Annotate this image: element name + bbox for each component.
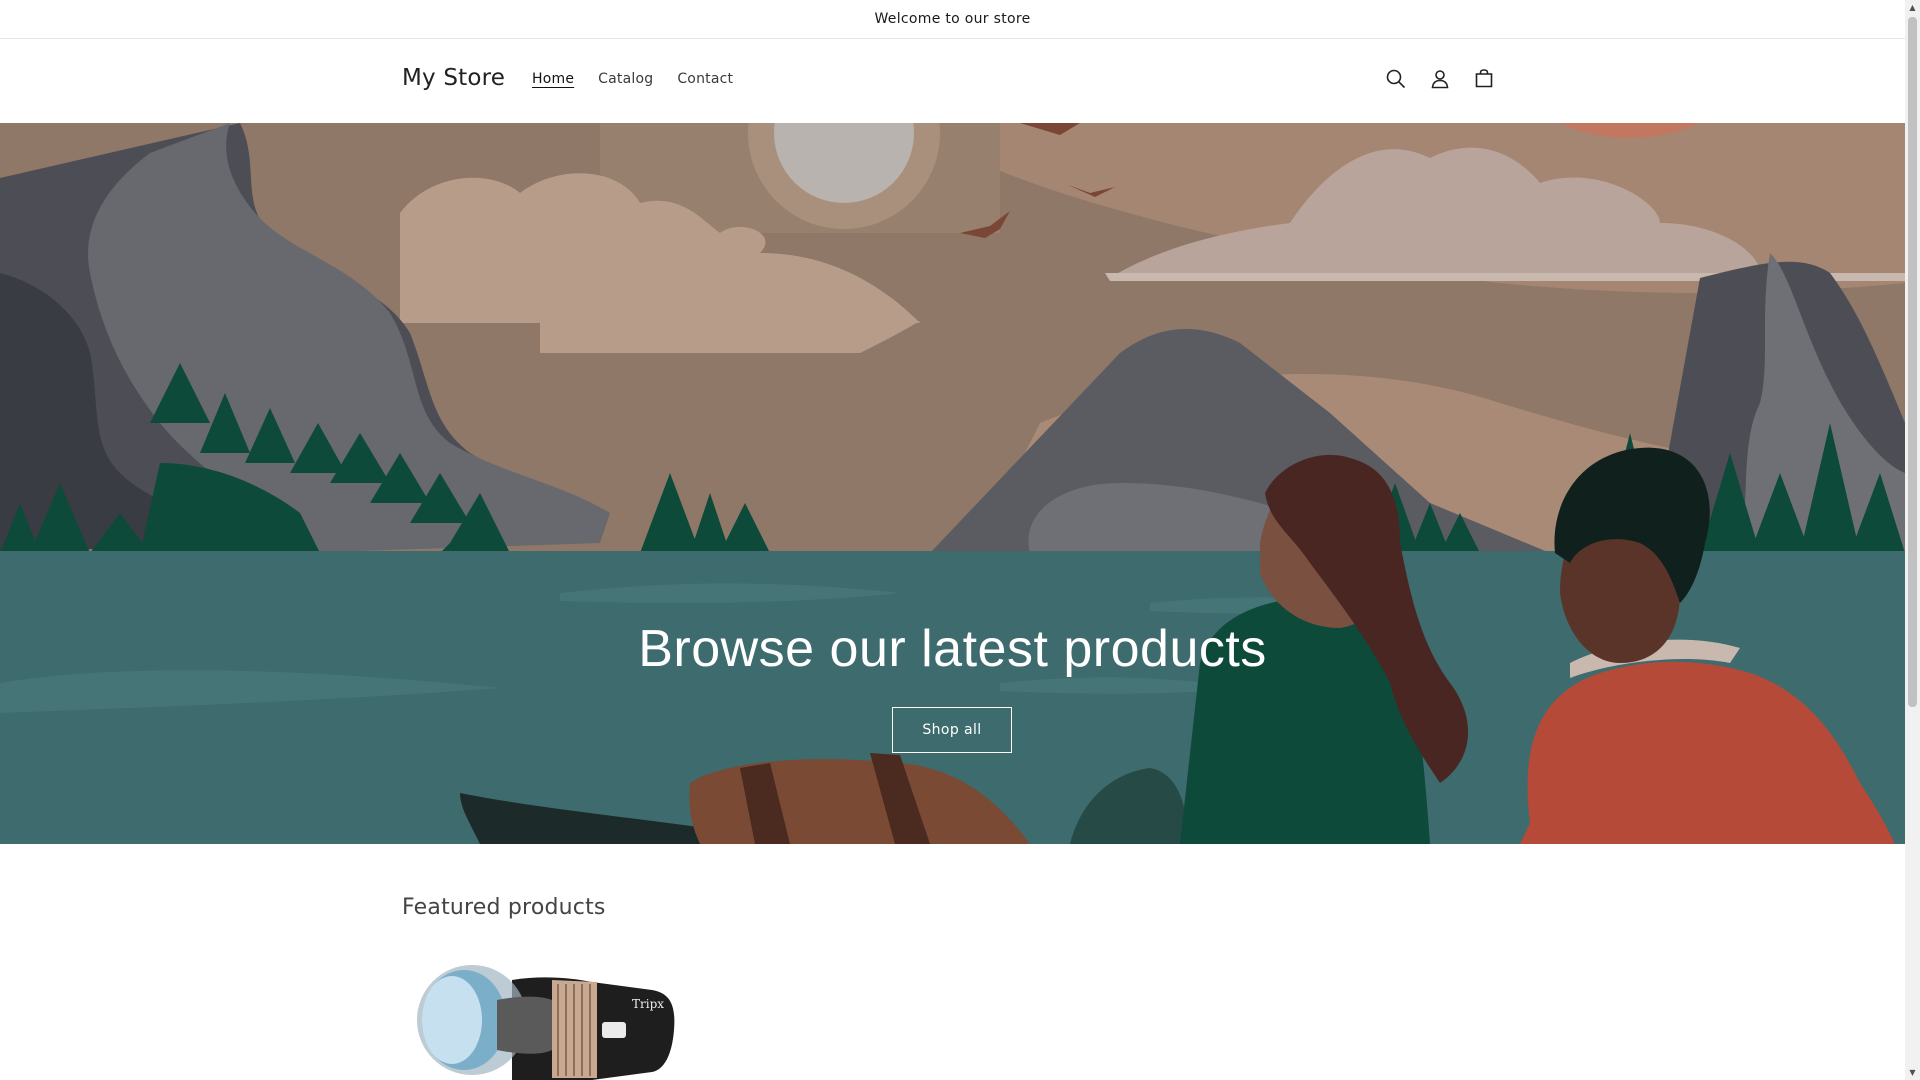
hero-title: Browse our latest products xyxy=(638,620,1267,678)
announcement-bar: Welcome to our store xyxy=(0,0,1905,39)
header-icons xyxy=(1378,61,1502,97)
shop-all-button[interactable]: Shop all xyxy=(892,707,1012,753)
product-card[interactable]: Tripx xyxy=(402,960,678,1080)
account-icon[interactable] xyxy=(1422,61,1458,97)
product-image: Tripx xyxy=(417,965,675,1080)
svg-text:Tripx: Tripx xyxy=(632,997,664,1011)
store-logo[interactable]: My Store xyxy=(402,65,505,91)
announcement-text: Welcome to our store xyxy=(874,11,1031,27)
cart-icon[interactable] xyxy=(1466,61,1502,97)
scroll-thumb[interactable] xyxy=(1908,17,1917,707)
hero-banner: Browse our latest products Shop all xyxy=(0,123,1905,844)
scroll-down-arrow[interactable]: ▼ xyxy=(1905,1065,1920,1080)
page-scrollbar[interactable]: ▲ ▼ xyxy=(1905,0,1920,1080)
search-icon[interactable] xyxy=(1378,61,1414,97)
site-header: My Store Home Catalog Contact xyxy=(0,39,1905,124)
nav-contact[interactable]: Contact xyxy=(665,71,745,87)
featured-products-heading: Featured products xyxy=(402,895,606,920)
nav-catalog[interactable]: Catalog xyxy=(586,71,665,87)
nav-home[interactable]: Home xyxy=(520,71,586,87)
scroll-up-arrow[interactable]: ▲ xyxy=(1905,0,1920,15)
main-nav: Home Catalog Contact xyxy=(520,71,745,87)
